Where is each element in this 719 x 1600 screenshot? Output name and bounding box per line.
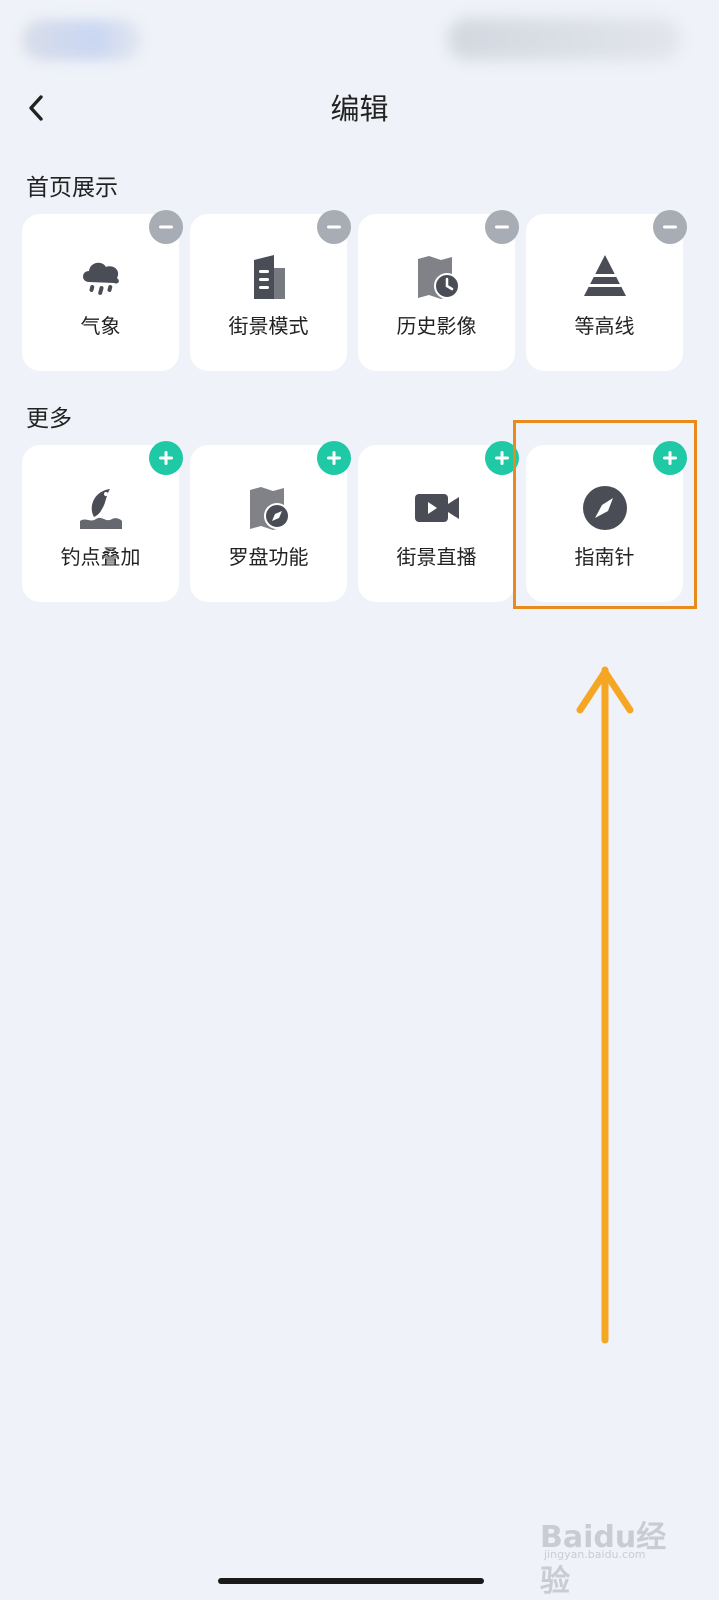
plus-icon xyxy=(159,451,173,465)
plus-icon xyxy=(495,451,509,465)
compass-map-icon xyxy=(249,487,290,530)
tile-fishing-spot[interactable]: 钓点叠加 xyxy=(22,441,183,602)
add-button[interactable] xyxy=(317,441,351,475)
tile-weather[interactable]: 气象 xyxy=(22,210,183,371)
plus-icon xyxy=(327,451,341,465)
status-bar-right xyxy=(448,18,680,60)
tile-label: 指南针 xyxy=(574,545,635,569)
tile-compass[interactable]: 指南针 xyxy=(526,441,687,602)
video-camera-icon xyxy=(414,494,459,522)
fishing-spot-icon xyxy=(79,489,122,529)
remove-button[interactable] xyxy=(485,210,519,244)
more-tiles: 钓点叠加 罗盘功能 街景直播 指南针 xyxy=(22,441,687,602)
status-bar-left xyxy=(22,20,142,60)
tile-contour[interactable]: 等高线 xyxy=(526,210,687,371)
minus-icon xyxy=(495,225,509,229)
tile-label: 罗盘功能 xyxy=(228,545,309,569)
history-imagery-icon xyxy=(417,256,460,299)
minus-icon xyxy=(663,225,677,229)
tile-compass-map[interactable]: 罗盘功能 xyxy=(190,441,351,602)
section-title-home: 首页展示 xyxy=(26,175,118,201)
weather-rain-icon xyxy=(82,262,119,295)
tile-label: 等高线 xyxy=(574,314,635,338)
minus-icon xyxy=(159,225,173,229)
tile-street-view[interactable]: 街景模式 xyxy=(190,210,351,371)
minus-icon xyxy=(327,225,341,229)
section-title-more: 更多 xyxy=(26,406,72,432)
page-title: 编辑 xyxy=(330,92,389,126)
street-view-building-icon xyxy=(253,255,285,299)
tile-label: 历史影像 xyxy=(396,314,477,338)
add-button[interactable] xyxy=(485,441,519,475)
watermark-sub: jingyan.baidu.com xyxy=(544,1548,646,1561)
compass-icon xyxy=(582,486,627,530)
tile-label: 钓点叠加 xyxy=(60,545,141,569)
plus-icon xyxy=(663,451,677,465)
remove-button[interactable] xyxy=(653,210,687,244)
tile-label: 街景模式 xyxy=(228,314,309,338)
tile-label: 街景直播 xyxy=(396,545,477,569)
remove-button[interactable] xyxy=(149,210,183,244)
add-button[interactable] xyxy=(653,441,687,475)
contour-pyramid-icon xyxy=(583,255,626,296)
tile-label: 气象 xyxy=(80,314,121,338)
annotation-arrow-icon xyxy=(576,666,634,1344)
tile-street-live[interactable]: 街景直播 xyxy=(358,441,519,602)
add-button[interactable] xyxy=(149,441,183,475)
home-tiles: 气象 街景模式 历史影像 等高线 xyxy=(22,210,687,371)
remove-button[interactable] xyxy=(317,210,351,244)
tile-history-imagery[interactable]: 历史影像 xyxy=(358,210,519,371)
home-indicator xyxy=(218,1578,484,1584)
watermark: Baidu经验 jingyan.baidu.com xyxy=(540,1512,670,1599)
